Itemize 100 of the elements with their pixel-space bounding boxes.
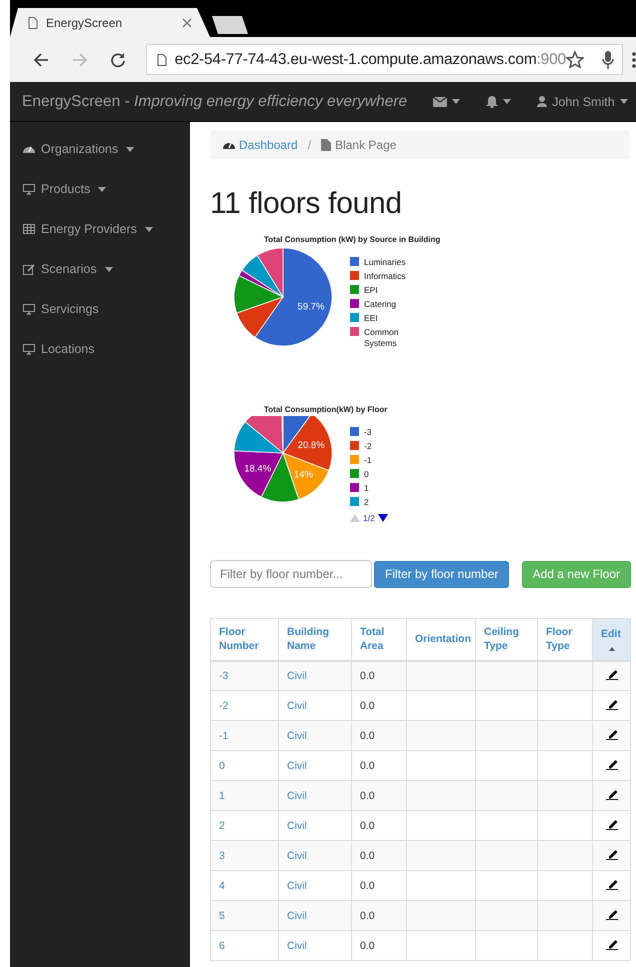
- user-icon: [537, 96, 548, 107]
- page-icon: [28, 16, 38, 28]
- caret-icon: [452, 99, 460, 104]
- legend-swatch: [350, 469, 359, 478]
- sidebar-item[interactable]: Organizations: [41, 142, 118, 156]
- floor-link[interactable]: 4: [219, 880, 225, 892]
- legend-label: Informatics: [364, 271, 407, 282]
- table-cell: 0.0: [360, 850, 375, 862]
- user-menu[interactable]: John Smith: [537, 94, 628, 108]
- floor-link[interactable]: 1: [219, 790, 225, 802]
- pencil-icon[interactable]: [604, 728, 618, 740]
- building-link[interactable]: Civil: [287, 880, 307, 892]
- page-icon: [321, 138, 332, 150]
- building-link[interactable]: Civil: [287, 820, 307, 832]
- pencil-icon[interactable]: [604, 848, 618, 860]
- slice-label: 20.8%: [298, 440, 325, 452]
- browser-tab[interactable]: EnergyScreen: [10, 8, 210, 37]
- floor-link[interactable]: -3: [219, 670, 228, 682]
- pencil-icon[interactable]: [604, 758, 618, 770]
- legend-label: Luminaries: [364, 257, 407, 268]
- building-link[interactable]: Civil: [287, 850, 307, 862]
- address-bar[interactable]: ec2-54-77-74-43.eu-west-1.compute.amazonaws.com:900: [146, 44, 624, 75]
- legend-swatch: [350, 313, 359, 322]
- legend-swatch: [350, 427, 359, 436]
- monitor-icon: [23, 304, 35, 314]
- sidebar-item[interactable]: Servicings: [41, 302, 99, 316]
- page-heading: 11 floors found: [210, 187, 403, 221]
- legend-label: -3: [364, 427, 373, 438]
- pencil-icon[interactable]: [604, 878, 618, 890]
- building-link[interactable]: Civil: [287, 910, 307, 922]
- slice-label: 14%: [294, 470, 313, 481]
- legend-label: Catering: [364, 299, 398, 310]
- alerts-dropdown[interactable]: [486, 96, 512, 108]
- legend-label: -2: [364, 441, 373, 452]
- breadcrumb-link[interactable]: Dashboard: [239, 138, 298, 152]
- floor-link[interactable]: 3: [219, 850, 225, 862]
- table-cell: 0.0: [360, 820, 375, 832]
- chart-title: Total Consumption (kW) by Source in Building: [264, 235, 442, 246]
- next-page-icon[interactable]: [378, 514, 388, 522]
- legend-swatch: [350, 483, 359, 492]
- sidebar-item[interactable]: Scenarios: [41, 262, 97, 276]
- building-link[interactable]: Civil: [287, 700, 307, 712]
- add-floor-button[interactable]: Add a new Floor: [522, 560, 631, 588]
- legend-swatch: [350, 299, 359, 308]
- floor-link[interactable]: 5: [219, 910, 225, 922]
- envelope-icon: [433, 96, 448, 106]
- page-indicator: 1/2: [363, 513, 375, 523]
- pencil-icon[interactable]: [604, 818, 618, 830]
- filter-button[interactable]: Filter by floor number: [374, 560, 510, 588]
- floor-link[interactable]: -2: [219, 700, 228, 712]
- filter-field[interactable]: Filter by floor number...: [210, 560, 372, 588]
- table-cell: 0.0: [360, 940, 375, 952]
- legend-swatch: [350, 285, 359, 294]
- floor-link[interactable]: 0: [219, 760, 225, 772]
- back-icon[interactable]: [33, 52, 50, 68]
- floor-link[interactable]: -1: [219, 730, 228, 742]
- sidebar-item[interactable]: Locations: [41, 342, 95, 356]
- microphone-icon[interactable]: [602, 50, 614, 68]
- pencil-icon[interactable]: [604, 938, 618, 950]
- close-icon[interactable]: [182, 18, 192, 28]
- sidebar-item[interactable]: Energy Providers: [41, 222, 137, 236]
- building-link[interactable]: Civil: [287, 760, 307, 772]
- column-header[interactable]: Edit: [601, 627, 622, 641]
- building-link[interactable]: Civil: [287, 940, 307, 952]
- more-icon[interactable]: [632, 52, 636, 68]
- legend-label: -1: [364, 455, 373, 466]
- pencil-icon[interactable]: [604, 668, 618, 680]
- legend-swatch: [350, 271, 359, 280]
- floor-link[interactable]: 2: [219, 820, 225, 832]
- new-tab-button[interactable]: [212, 16, 248, 34]
- breadcrumb-current: Blank Page: [335, 138, 396, 152]
- chart-title: Total Consumption(kW) by Floor: [264, 405, 388, 416]
- slice-label: 59.7%: [298, 301, 324, 312]
- table-cell: 0.0: [360, 670, 375, 682]
- legend-swatch: [350, 455, 359, 464]
- pencil-icon[interactable]: [604, 908, 618, 920]
- table-cell: 0.0: [360, 700, 375, 712]
- pencil-icon[interactable]: [604, 698, 618, 710]
- building-link[interactable]: Civil: [287, 790, 307, 802]
- table-icon: [23, 224, 35, 234]
- building-link[interactable]: Civil: [287, 730, 307, 742]
- table-cell: 0.0: [360, 760, 375, 772]
- floor-link[interactable]: 6: [219, 940, 225, 952]
- star-icon[interactable]: [566, 51, 584, 68]
- legend-label: EEI: [364, 313, 379, 324]
- reload-icon[interactable]: [110, 52, 126, 68]
- sidebar-item[interactable]: Products: [41, 182, 90, 196]
- slice-label: 18.4%: [244, 464, 272, 474]
- legend-label: Common Systems: [364, 327, 400, 348]
- table-cell: 0.0: [360, 880, 375, 892]
- brand-name[interactable]: EnergyScreen: [22, 92, 120, 110]
- caret-icon: [503, 99, 512, 104]
- legend-swatch: [350, 257, 359, 266]
- breadcrumb-separator: /: [308, 138, 312, 152]
- pencil-icon[interactable]: [604, 788, 618, 800]
- building-link[interactable]: Civil: [287, 670, 307, 682]
- legend-label: 0: [364, 469, 370, 480]
- monitor-icon: [23, 184, 35, 194]
- table-cell: 0.0: [360, 790, 375, 802]
- messages-dropdown[interactable]: [433, 96, 460, 106]
